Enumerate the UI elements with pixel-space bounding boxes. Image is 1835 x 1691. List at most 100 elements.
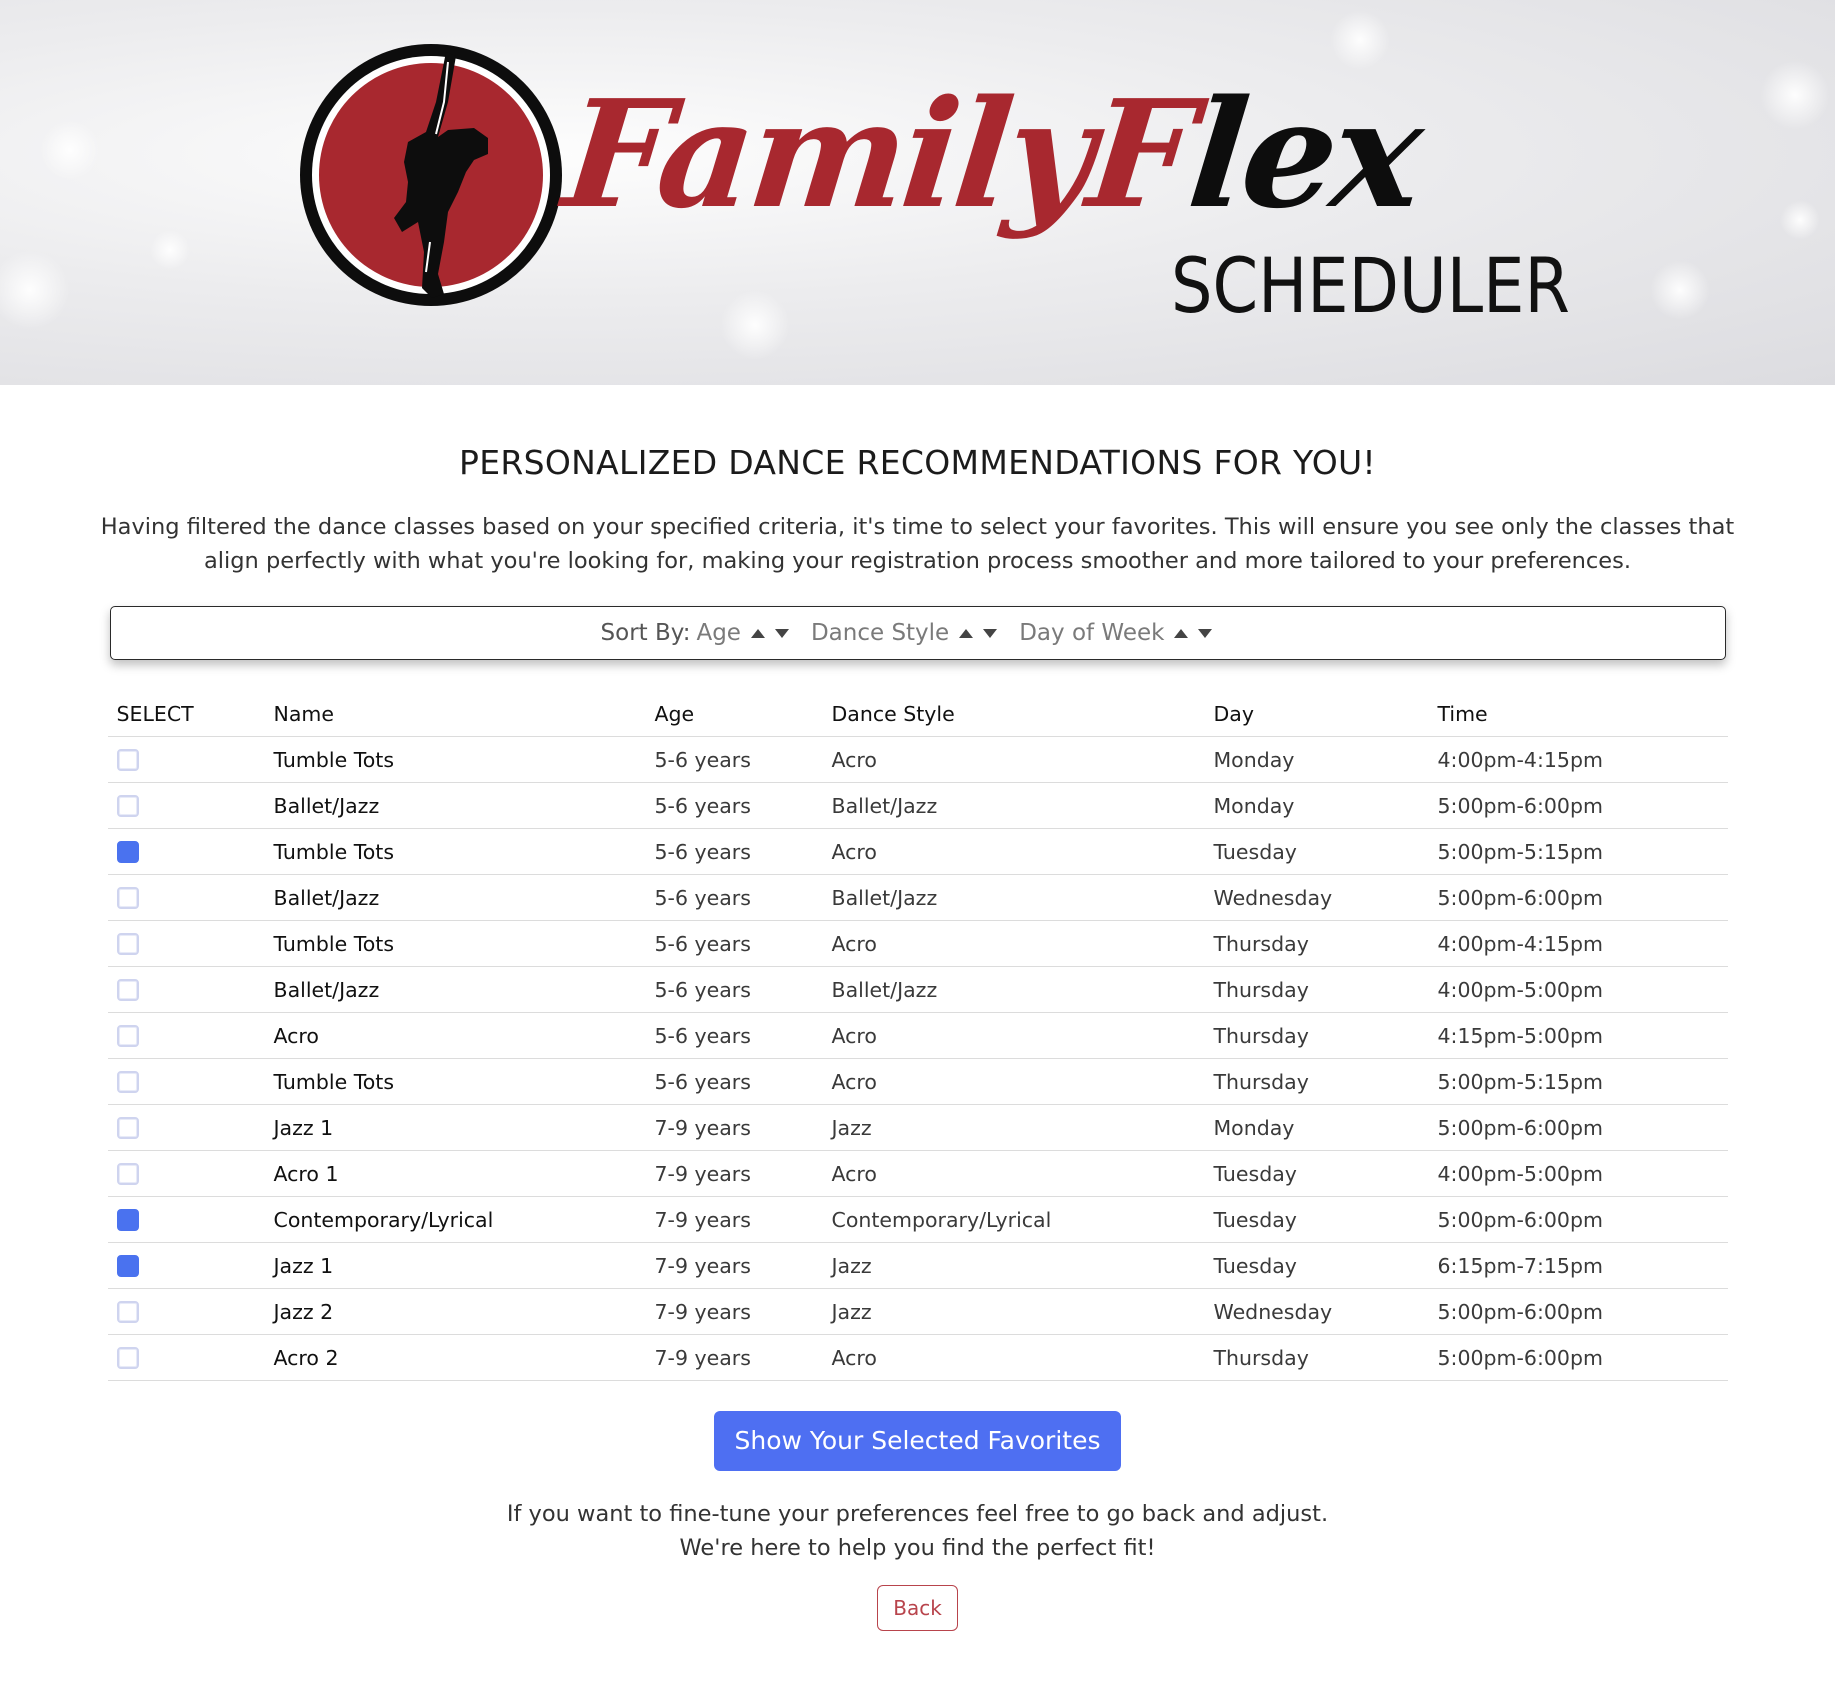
sort-style-ascending-icon[interactable] [959, 628, 974, 638]
select-cell [107, 1334, 265, 1381]
select-checkbox[interactable] [116, 1070, 139, 1093]
day-cell: Monday [1204, 782, 1429, 829]
day-cell: Wednesday [1204, 874, 1429, 921]
select-checkbox[interactable] [116, 794, 139, 817]
day-cell: Monday [1204, 736, 1429, 783]
sort-age: Age [696, 620, 789, 646]
table-row: Tumble Tots 5-6 years Acro Monday 4:00pm-4:1… [107, 736, 1728, 783]
dance-style-cell: Acro [822, 1058, 1205, 1105]
sort-option-day-of-week: Day of Week [1019, 620, 1165, 646]
table-row: Acro 5-6 years Acro Thursday 4:15pm-5:00pm [107, 1012, 1728, 1059]
sort-age-descending-icon[interactable] [774, 628, 789, 638]
class-name-cell: Acro 2 [264, 1334, 646, 1381]
time-cell: 5:00pm-6:00pm [1428, 874, 1728, 921]
day-cell: Thursday [1204, 1334, 1429, 1381]
class-name-cell: Jazz 1 [264, 1104, 646, 1151]
show-favorites-button[interactable]: Show Your Selected Favorites [713, 1411, 1122, 1471]
age-cell: 5-6 years [645, 966, 823, 1013]
select-cell [107, 782, 265, 829]
select-checkbox[interactable] [116, 1208, 139, 1231]
dance-style-cell: Acro [822, 828, 1205, 875]
select-checkbox[interactable] [116, 1162, 139, 1185]
select-cell [107, 966, 265, 1013]
table-row: Tumble Tots 5-6 years Acro Tuesday 5:00pm-5:… [107, 828, 1728, 875]
age-cell: 7-9 years [645, 1196, 823, 1243]
sort-day-ascending-icon[interactable] [1174, 628, 1189, 638]
age-cell: 7-9 years [645, 1104, 823, 1151]
select-cell [107, 1150, 265, 1197]
select-checkbox[interactable] [116, 886, 139, 909]
logo-wordmark: FamilyFlex [557, 67, 1427, 241]
table-row: Jazz 1 7-9 years Jazz Tuesday 6:15pm-7:15pm [107, 1242, 1728, 1289]
dance-style-cell: Acro [822, 736, 1205, 783]
class-name-cell: Tumble Tots [264, 920, 646, 967]
day-cell: Thursday [1204, 1012, 1429, 1059]
select-checkbox[interactable] [116, 1254, 139, 1277]
class-name-cell: Tumble Tots [264, 736, 646, 783]
age-cell: 5-6 years [645, 1058, 823, 1105]
sort-bar: Sort By: Age Dance Style Day of Week [109, 606, 1726, 660]
dance-style-cell: Jazz [822, 1104, 1205, 1151]
select-checkbox[interactable] [116, 1024, 139, 1047]
day-cell: Thursday [1204, 920, 1429, 967]
time-cell: 6:15pm-7:15pm [1428, 1242, 1728, 1289]
select-cell [107, 1242, 265, 1289]
select-checkbox[interactable] [116, 748, 139, 771]
dance-style-cell: Acro [822, 920, 1205, 967]
sparkle-decoration [150, 230, 190, 270]
select-cell [107, 1012, 265, 1059]
dance-style-cell: Contemporary/Lyrical [822, 1196, 1205, 1243]
time-cell: 4:15pm-5:00pm [1428, 1012, 1728, 1059]
time-cell: 4:00pm-4:15pm [1428, 920, 1728, 967]
class-name-cell: Jazz 2 [264, 1288, 646, 1335]
outro-text: If you want to fine-tune your preference… [0, 1497, 1835, 1631]
select-checkbox[interactable] [116, 1300, 139, 1323]
time-cell: 4:00pm-5:00pm [1428, 1150, 1728, 1197]
select-cell [107, 1104, 265, 1151]
select-checkbox[interactable] [116, 1116, 139, 1139]
day-cell: Tuesday [1204, 1242, 1429, 1289]
back-button[interactable]: Back [877, 1585, 958, 1631]
day-cell: Tuesday [1204, 1150, 1429, 1197]
time-cell: 5:00pm-5:15pm [1428, 1058, 1728, 1105]
class-name-cell: Acro [264, 1012, 646, 1059]
dance-style-cell: Ballet/Jazz [822, 966, 1205, 1013]
table-row: Contemporary/Lyrical 7-9 years Contemporar… [107, 1196, 1728, 1243]
day-cell: Thursday [1204, 1058, 1429, 1105]
page-title: PERSONALIZED DANCE RECOMMENDATIONS FOR Y… [459, 443, 1376, 482]
intro-text: Having filtered the dance classes based … [100, 514, 1735, 574]
dance-style-cell: Acro [822, 1334, 1205, 1381]
logo-word-lex: lex [1181, 67, 1427, 241]
sort-age-ascending-icon[interactable] [750, 628, 765, 638]
sparkle-decoration [1760, 60, 1830, 130]
age-cell: 7-9 years [645, 1242, 823, 1289]
sort-label: Sort By: [600, 620, 691, 646]
class-name-cell: Jazz 1 [264, 1242, 646, 1289]
sort-style-descending-icon[interactable] [983, 628, 998, 638]
select-checkbox[interactable] [116, 978, 139, 1001]
day-cell: Tuesday [1204, 828, 1429, 875]
age-cell: 5-6 years [645, 828, 823, 875]
family-flex-logo: FamilyFlex SCHEDULER [298, 38, 1570, 330]
age-cell: 5-6 years [645, 782, 823, 829]
time-cell: 5:00pm-6:00pm [1428, 1288, 1728, 1335]
time-cell: 5:00pm-6:00pm [1428, 1196, 1728, 1243]
table-row: Jazz 1 7-9 years Jazz Monday 5:00pm-6:00pm [107, 1104, 1728, 1151]
column-header-day: Day [1204, 692, 1429, 737]
logo-letter-f: F [1080, 67, 1201, 241]
dance-style-cell: Acro [822, 1012, 1205, 1059]
select-checkbox[interactable] [116, 840, 139, 863]
dance-style-cell: Ballet/Jazz [822, 874, 1205, 921]
sort-day-descending-icon[interactable] [1198, 628, 1213, 638]
header-banner: FamilyFlex SCHEDULER [0, 0, 1835, 385]
day-cell: Thursday [1204, 966, 1429, 1013]
day-cell: Monday [1204, 1104, 1429, 1151]
select-checkbox[interactable] [116, 932, 139, 955]
time-cell: 5:00pm-5:15pm [1428, 828, 1728, 875]
class-name-cell: Acro 1 [264, 1150, 646, 1197]
dancer-emblem-icon [300, 44, 562, 306]
time-cell: 4:00pm-4:15pm [1428, 736, 1728, 783]
class-table: SELECT Name Age Dance Style Day Time Tum… [107, 692, 1728, 1381]
select-checkbox[interactable] [116, 1346, 139, 1369]
sparkle-decoration [1650, 260, 1710, 320]
